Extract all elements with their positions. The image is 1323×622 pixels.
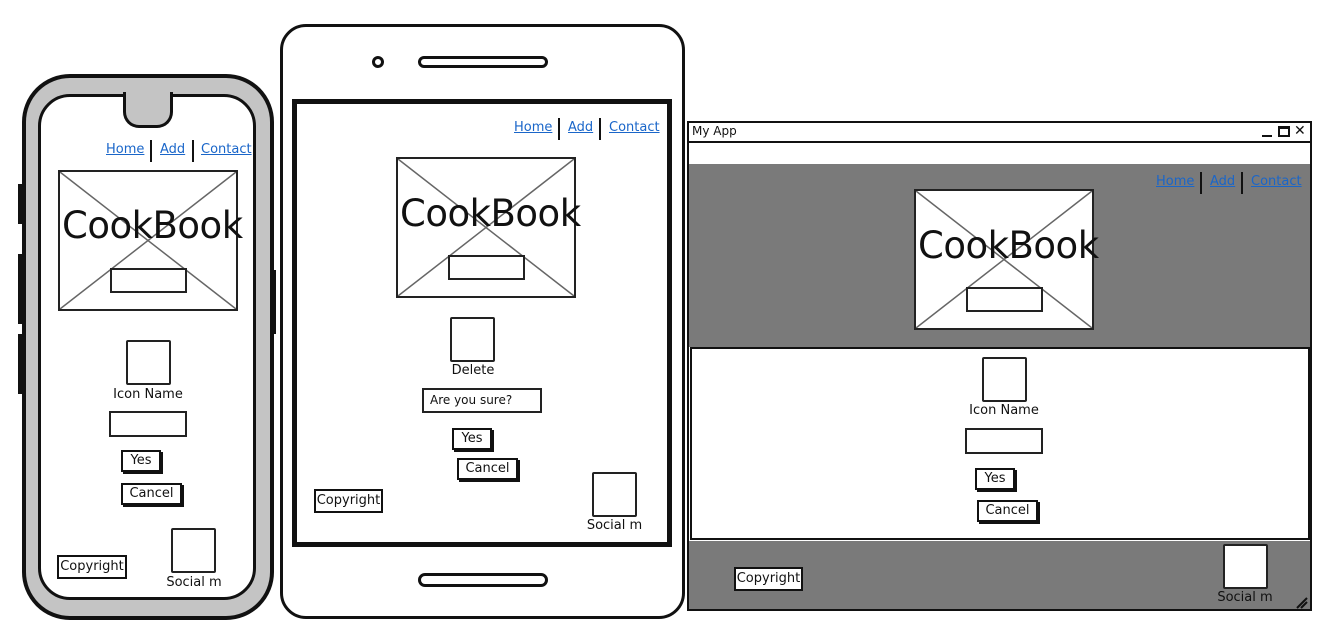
tablet-speaker — [418, 56, 548, 68]
nav-home-link[interactable]: Home — [106, 142, 144, 157]
phone-side-button — [18, 184, 22, 224]
nav-separator — [599, 118, 601, 140]
tablet-home-button — [418, 573, 548, 587]
window-title-bar — [689, 123, 1310, 143]
icon-name-label: Icon Name — [113, 387, 183, 402]
nav-home-link[interactable]: Home — [514, 120, 552, 135]
brand-title: CookBook — [918, 224, 1099, 267]
yes-button[interactable]: Yes — [975, 468, 1015, 490]
nav-home-link[interactable]: Home — [1156, 174, 1194, 189]
social-media-placeholder — [171, 528, 216, 573]
copyright-label: Copyright — [734, 567, 803, 591]
copyright-label: Copyright — [314, 489, 383, 513]
cancel-button[interactable]: Cancel — [121, 483, 182, 505]
icon-placeholder — [126, 340, 171, 385]
nav-separator — [150, 140, 152, 162]
brand-title: CookBook — [62, 204, 243, 247]
nav-contact-link[interactable]: Contact — [609, 120, 660, 135]
resize-grip-icon[interactable] — [1296, 594, 1308, 609]
phone-side-button — [18, 334, 22, 394]
yes-button[interactable]: Yes — [452, 428, 492, 450]
phone-nav: Home Add Contact — [106, 140, 252, 162]
nav-add-link[interactable]: Add — [1210, 174, 1235, 189]
hero-text-box — [110, 268, 187, 293]
delete-icon[interactable] — [450, 317, 495, 362]
brand-title: CookBook — [400, 192, 581, 235]
nav-separator — [192, 140, 194, 162]
hero-text-box — [448, 255, 525, 280]
nav-separator — [558, 118, 560, 140]
maximize-icon[interactable] — [1278, 126, 1290, 137]
confirm-prompt: Are you sure? — [422, 388, 542, 413]
cancel-button[interactable]: Cancel — [457, 458, 518, 480]
hero-text-box — [966, 287, 1043, 312]
tablet-camera — [372, 56, 384, 68]
social-media-placeholder — [1223, 544, 1268, 589]
delete-label: Delete — [451, 363, 495, 378]
yes-button[interactable]: Yes — [121, 450, 161, 472]
window-title: My App — [692, 124, 737, 138]
cancel-button[interactable]: Cancel — [977, 500, 1038, 522]
text-field[interactable] — [965, 428, 1043, 454]
nav-contact-link[interactable]: Contact — [1251, 174, 1302, 189]
nav-separator — [1241, 172, 1243, 194]
social-media-label: Social m — [586, 518, 643, 533]
phone-side-button — [272, 270, 276, 334]
tablet-nav: Home Add Contact — [514, 118, 660, 140]
social-media-label: Social m — [1217, 590, 1273, 605]
phone-side-button — [18, 254, 22, 324]
icon-name-label: Icon Name — [969, 403, 1039, 418]
desktop-nav: Home Add Contact — [1156, 172, 1302, 194]
nav-add-link[interactable]: Add — [568, 120, 593, 135]
phone-notch — [123, 92, 173, 128]
text-field[interactable] — [109, 411, 187, 437]
copyright-label: Copyright — [57, 555, 127, 579]
minimize-icon[interactable] — [1262, 135, 1272, 137]
icon-placeholder — [982, 357, 1027, 402]
nav-contact-link[interactable]: Contact — [201, 142, 252, 157]
social-media-placeholder — [592, 472, 637, 517]
nav-add-link[interactable]: Add — [160, 142, 185, 157]
nav-separator — [1200, 172, 1202, 194]
close-icon[interactable]: ✕ — [1294, 122, 1306, 140]
social-media-label: Social m — [166, 575, 222, 590]
